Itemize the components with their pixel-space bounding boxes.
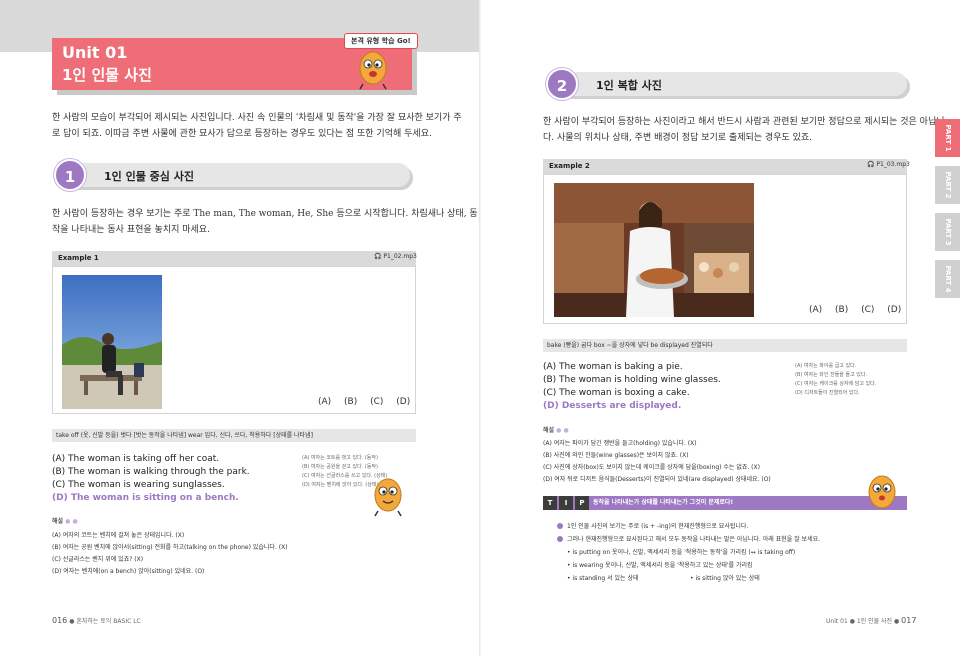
example-1-label: Example 1 [58,254,99,262]
choice-c: (C) The woman is boxing a cake. [543,388,690,398]
example-1-options: (A) (B) (C) (D) [318,397,411,407]
translation-line: (A) 여자는 파이를 굽고 있다. [795,363,857,369]
bullet-dot [557,523,563,529]
intro-line: 한 사람이 부각되어 등장하는 사진이라고 해서 반드시 사람과 관련된 보기만… [543,117,945,127]
explanation-label: 해설 [52,518,64,525]
side-tab-part-3[interactable]: PART 3 [935,213,960,251]
audio-filename: P1_02.mp3 [383,253,417,260]
example-2-audio[interactable]: 🎧 P1_03.mp3 [867,161,910,168]
translation-line: (B) 여자는 와인 잔들을 들고 있다. [795,372,868,378]
side-tab-part-1[interactable]: PART 1 [935,119,960,157]
choice-a: (A) The woman is taking off her coat. [52,454,220,464]
section-1-header: 1인 인물 중심 사진 [70,163,410,187]
left-footer: 016 ● 혼자하는 토익 BASIC LC [52,616,141,625]
headphones-icon: 🎧 [867,161,875,168]
unit-number: Unit 01 [62,43,128,62]
photo-woman-with-pie [554,183,754,317]
tip-letter-p: P [575,496,589,510]
tip-title: 동작을 나타내는가 상태를 나타내는가 그것이 문제로다! [593,499,734,506]
explanation-line: (A) 여자의 코트는 벤치에 걸쳐 놓은 상태입니다. (X) [52,532,185,539]
choice-c: (C) The woman is wearing sunglasses. [52,480,225,490]
mascot-icon [370,475,406,517]
tip-letter-t: T [543,496,557,510]
page-number: 016 [52,616,68,625]
mascot-icon [864,472,900,514]
section-2-header: 1인 복합 사진 [562,72,907,96]
page-number: 017 [901,616,917,625]
side-tab-part-2[interactable]: PART 2 [935,166,960,204]
section-2-number: 2 [546,68,578,100]
explanation-line: (B) 사진에 와인 잔들(wine glasses)은 보이지 않죠. (X) [543,452,689,459]
audio-filename: P1_03.mp3 [876,161,910,168]
photo-woman-on-bench [62,275,162,409]
choice-a: (A) The woman is baking a pie. [543,362,683,372]
dots-decoration: ● ● [556,427,569,434]
dots-decoration: ● ● [65,518,78,525]
tip-letter-i: I [559,496,573,510]
section-1-number: 1 [54,159,86,191]
explanation-line: (A) 여자는 파이가 담긴 쟁반을 들고(holding) 있습니다. (X) [543,440,697,447]
example-1-tab: Example 1 [52,251,416,266]
section-line: 한 사람이 등장하는 경우 보기는 주로 The man, The woman,… [52,209,478,219]
example-2-label: Example 2 [549,162,590,170]
book-spine [479,0,481,656]
headphones-icon: 🎧 [374,253,382,260]
explanation-line: (C) 사진에 상자(box)도 보이지 않는데 케이크를 상자에 담을(box… [543,464,760,471]
bullet-dot [557,536,563,542]
choice-d-answer: (D) The woman is sitting on a bench. [52,493,239,503]
choice-b: (B) The woman is walking through the par… [52,467,250,477]
tip-line: • is standing 서 있는 상태 [567,575,639,582]
right-footer: Unit 01 ● 1인 인물 사진 ● 017 [826,616,917,625]
intro-paragraph: 한 사람의 모습이 부각되어 제시되는 사진입니다. 사진 속 인물의 '차림새… [52,110,462,142]
vocab-bar: take off (옷, 신발 등을) 벗다 [벗는 동작을 나타냄] wear… [52,429,416,442]
vocab-bar: bake (빵을) 굽다 box ~을 상자에 넣다 be displayed … [543,339,907,352]
example-2-box: (A) (B) (C) (D) [543,174,907,324]
explanation-label: 해설 [543,427,555,434]
intro-line: 로 답이 되죠. 이따금 주변 사물에 관한 묘사가 답으로 등장하는 경우도 … [52,129,432,139]
intro-line: 다. 사물의 위치나 상태, 주변 배경이 정답 보기로 출제되는 경우도 있죠… [543,133,813,143]
book-title: 혼자하는 토익 BASIC LC [76,618,141,625]
example-1-box: (A) (B) (C) (D) [52,266,416,414]
explanation-line: (D) 여자 뒤로 디저트 음식들(Desserts)이 진열되어 있네(are… [543,476,771,483]
translation-line: (D) 디저트들이 진열되어 있다. [795,390,860,396]
intro-line: 한 사람의 모습이 부각되어 제시되는 사진입니다. 사진 속 인물의 '차림새… [52,113,462,123]
choice-d-answer: (D) Desserts are displayed. [543,401,682,411]
choice-b: (B) The woman is holding wine glasses. [543,375,721,385]
explanation-line: (B) 여자는 공원 벤치에 앉아서(sitting) 전화를 하고(talki… [52,544,288,551]
tip-line: 그러나 현재진행형으로 묘사된다고 해서 모두 동작을 나타내는 말은 아닙니다… [557,534,820,543]
section-1-paragraph: 한 사람이 등장하는 경우 보기는 주로 The man, The woman,… [52,206,478,238]
section-2-paragraph: 한 사람이 부각되어 등장하는 사진이라고 해서 반드시 사람과 관련된 보기만… [543,114,945,146]
translation-line: (A) 여자는 코트를 벗고 있다. (동작) [302,455,378,461]
explanation-tag: 해설 ● ● [543,425,569,434]
footer-unit: Unit 01 [826,618,848,625]
explanation-line: (C) 선글라스는 벤치 위에 있죠? (X) [52,556,144,563]
mascot-icon [355,48,391,90]
go-badge: 본격 유형 학습 Go! [344,33,418,49]
example-1-audio[interactable]: 🎧 P1_02.mp3 [374,253,417,260]
translation-line: (B) 여자는 공원을 걷고 있다. (동작) [302,464,378,470]
choices-translation: (A) 여자는 파이를 굽고 있다. (B) 여자는 와인 잔들을 들고 있다.… [795,362,876,398]
section-1-title: 1인 인물 중심 사진 [104,170,194,183]
tip-line: 1인 인물 사진의 보기는 주로 (is + -ing)의 현재진행형으로 묘사… [557,521,748,530]
explanation-line: (D) 여자는 벤치에(on a bench) 앉아(sitting) 있네요.… [52,568,205,575]
explanation-tag: 해설 ● ● [52,516,78,525]
example-2-tab: Example 2 [543,159,907,174]
example-2-options: (A) (B) (C) (D) [809,305,902,315]
tip-header: T I P 동작을 나타내는가 상태를 나타내는가 그것이 문제로다! [543,496,907,510]
unit-title: 1인 인물 사진 [62,66,152,84]
side-tab-part-4[interactable]: PART 4 [935,260,960,298]
tip-line: • is putting on 옷이나, 신발, 액세서리 등을 '착용하는 동… [567,549,796,556]
section-line: 작을 나타내는 동사 표현을 놓치지 마세요. [52,225,210,235]
section-2-title: 1인 복합 사진 [596,79,662,92]
footer-title: 1인 인물 사진 [856,618,893,625]
translation-line: (C) 여자는 케이크를 상자에 담고 있다. [795,381,877,387]
tip-line: • is sitting 앉아 있는 상태 [690,575,760,582]
tip-line: • is wearing 옷이나, 신발, 액세서리 등을 '착용하고 있는 상… [567,562,753,569]
